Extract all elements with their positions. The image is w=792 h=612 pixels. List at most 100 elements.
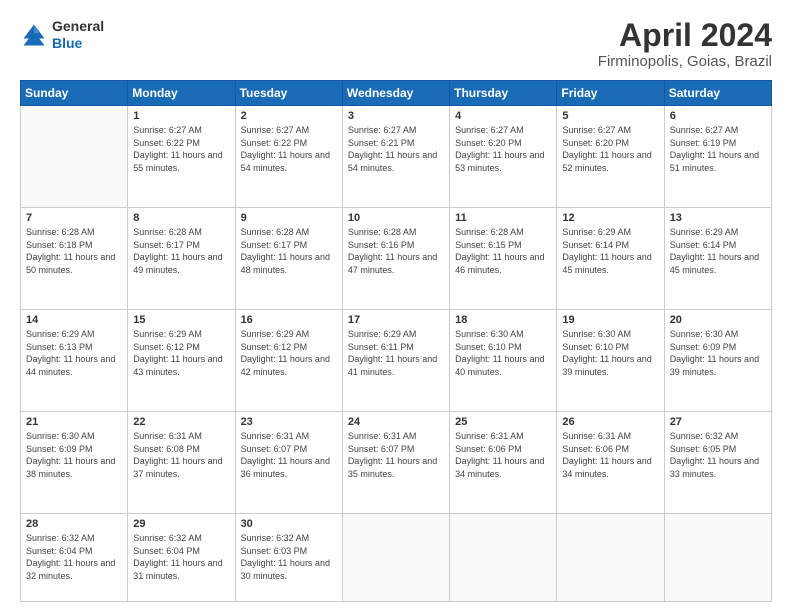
calendar-cell: 11 Sunrise: 6:28 AMSunset: 6:15 PMDayligh… [450,208,557,310]
day-info: Sunrise: 6:32 AMSunset: 6:03 PMDaylight:… [241,532,337,582]
day-info: Sunrise: 6:28 AMSunset: 6:17 PMDaylight:… [241,226,337,276]
day-info: Sunrise: 6:29 AMSunset: 6:14 PMDaylight:… [562,226,658,276]
calendar-cell: 2 Sunrise: 6:27 AMSunset: 6:22 PMDaylight… [235,106,342,208]
day-number: 15 [133,314,229,326]
day-number: 6 [670,110,766,122]
weekday-header: Monday [128,81,235,106]
calendar-cell: 8Sunrise: 6:28 AMSunset: 6:17 PMDaylight… [128,208,235,310]
calendar-cell [450,513,557,601]
page: General Blue April 2024 Firminopolis, Go… [0,0,792,612]
calendar-cell: 26 Sunrise: 6:31 AMSunset: 6:06 PMDayligh… [557,412,664,514]
day-number: 12 [562,212,658,224]
day-info: Sunrise: 6:27 AMSunset: 6:20 PMDaylight:… [455,124,551,174]
day-info: Sunrise: 6:32 AMSunset: 6:04 PMDaylight:… [26,532,122,582]
day-number: 28 [26,518,122,530]
weekday-header: Saturday [664,81,771,106]
day-number: 1 [133,110,229,122]
day-info: Sunrise: 6:28 AMSunset: 6:15 PMDaylight:… [455,226,551,276]
calendar-cell: 28 Sunrise: 6:32 AMSunset: 6:04 PMDayligh… [21,513,128,601]
day-number: 24 [348,416,444,428]
calendar-cell: 15 Sunrise: 6:29 AMSunset: 6:12 PMDayligh… [128,310,235,412]
title-block: April 2024 Firminopolis, Goias, Brazil [598,18,772,70]
day-info: Sunrise: 6:31 AMSunset: 6:07 PMDaylight:… [348,430,444,480]
calendar-cell [557,513,664,601]
calendar-cell: 20 Sunrise: 6:30 AMSunset: 6:09 PMDayligh… [664,310,771,412]
day-number: 22 [133,416,229,428]
day-info: Sunrise: 6:29 AMSunset: 6:14 PMDaylight:… [670,226,766,276]
day-number: 2 [241,110,337,122]
day-info: Sunrise: 6:27 AMSunset: 6:20 PMDaylight:… [562,124,658,174]
calendar-cell: 18Sunrise: 6:30 AMSunset: 6:10 PMDayligh… [450,310,557,412]
day-number: 11 [455,212,551,224]
day-number: 20 [670,314,766,326]
calendar-cell: 17 Sunrise: 6:29 AMSunset: 6:11 PMDayligh… [342,310,449,412]
calendar-cell [21,106,128,208]
weekday-header: Thursday [450,81,557,106]
day-number: 17 [348,314,444,326]
day-info: Sunrise: 6:27 AMSunset: 6:21 PMDaylight:… [348,124,444,174]
calendar-cell [664,513,771,601]
calendar-cell: 19 Sunrise: 6:30 AMSunset: 6:10 PMDayligh… [557,310,664,412]
calendar-cell: 16 Sunrise: 6:29 AMSunset: 6:12 PMDayligh… [235,310,342,412]
calendar-cell: 30 Sunrise: 6:32 AMSunset: 6:03 PMDayligh… [235,513,342,601]
calendar-cell: 5 Sunrise: 6:27 AMSunset: 6:20 PMDaylight… [557,106,664,208]
calendar-cell: 14 Sunrise: 6:29 AMSunset: 6:13 PMDayligh… [21,310,128,412]
day-number: 4 [455,110,551,122]
day-info: Sunrise: 6:32 AMSunset: 6:04 PMDaylight:… [133,532,229,582]
calendar-cell: 23 Sunrise: 6:31 AMSunset: 6:07 PMDayligh… [235,412,342,514]
calendar-table: SundayMondayTuesdayWednesdayThursdayFrid… [20,80,772,602]
day-number: 21 [26,416,122,428]
logo-text: General Blue [52,18,104,52]
calendar-cell: 3 Sunrise: 6:27 AMSunset: 6:21 PMDaylight… [342,106,449,208]
calendar-cell: 12 Sunrise: 6:29 AMSunset: 6:14 PMDayligh… [557,208,664,310]
day-info: Sunrise: 6:32 AMSunset: 6:05 PMDaylight:… [670,430,766,480]
logo: General Blue [20,18,104,52]
day-info: Sunrise: 6:27 AMSunset: 6:22 PMDaylight:… [241,124,337,174]
calendar-cell [342,513,449,601]
day-info: Sunrise: 6:29 AMSunset: 6:11 PMDaylight:… [348,328,444,378]
calendar-cell: 10 Sunrise: 6:28 AMSunset: 6:16 PMDayligh… [342,208,449,310]
day-info: Sunrise: 6:29 AMSunset: 6:13 PMDaylight:… [26,328,122,378]
day-number: 8 [133,212,229,224]
day-info: Sunrise: 6:27 AMSunset: 6:19 PMDaylight:… [670,124,766,174]
day-info: Sunrise: 6:29 AMSunset: 6:12 PMDaylight:… [133,328,229,378]
day-info: Sunrise: 6:27 AMSunset: 6:22 PMDaylight:… [133,124,229,174]
day-number: 5 [562,110,658,122]
day-number: 27 [670,416,766,428]
day-info: Sunrise: 6:31 AMSunset: 6:06 PMDaylight:… [455,430,551,480]
day-info: Sunrise: 6:30 AMSunset: 6:10 PMDaylight:… [562,328,658,378]
day-number: 19 [562,314,658,326]
header: General Blue April 2024 Firminopolis, Go… [20,18,772,70]
calendar-cell: 29Sunrise: 6:32 AMSunset: 6:04 PMDayligh… [128,513,235,601]
day-number: 16 [241,314,337,326]
calendar-cell: 13 Sunrise: 6:29 AMSunset: 6:14 PMDayligh… [664,208,771,310]
day-info: Sunrise: 6:30 AMSunset: 6:09 PMDaylight:… [670,328,766,378]
day-number: 30 [241,518,337,530]
day-info: Sunrise: 6:31 AMSunset: 6:08 PMDaylight:… [133,430,229,480]
day-info: Sunrise: 6:28 AMSunset: 6:18 PMDaylight:… [26,226,122,276]
day-number: 10 [348,212,444,224]
day-number: 26 [562,416,658,428]
day-info: Sunrise: 6:31 AMSunset: 6:07 PMDaylight:… [241,430,337,480]
day-number: 23 [241,416,337,428]
calendar-cell: 25 Sunrise: 6:31 AMSunset: 6:06 PMDayligh… [450,412,557,514]
day-info: Sunrise: 6:29 AMSunset: 6:12 PMDaylight:… [241,328,337,378]
calendar-cell: 7 Sunrise: 6:28 AMSunset: 6:18 PMDaylight… [21,208,128,310]
day-number: 13 [670,212,766,224]
day-info: Sunrise: 6:30 AMSunset: 6:09 PMDaylight:… [26,430,122,480]
calendar-cell: 22 Sunrise: 6:31 AMSunset: 6:08 PMDayligh… [128,412,235,514]
day-number: 9 [241,212,337,224]
day-number: 7 [26,212,122,224]
day-info: Sunrise: 6:28 AMSunset: 6:16 PMDaylight:… [348,226,444,276]
day-number: 3 [348,110,444,122]
calendar-cell: 6 Sunrise: 6:27 AMSunset: 6:19 PMDaylight… [664,106,771,208]
calendar-cell: 9 Sunrise: 6:28 AMSunset: 6:17 PMDaylight… [235,208,342,310]
weekday-header: Friday [557,81,664,106]
weekday-header: Wednesday [342,81,449,106]
day-number: 18 [455,314,551,326]
day-number: 25 [455,416,551,428]
calendar-cell: 27 Sunrise: 6:32 AMSunset: 6:05 PMDayligh… [664,412,771,514]
day-info: Sunrise: 6:31 AMSunset: 6:06 PMDaylight:… [562,430,658,480]
day-number: 14 [26,314,122,326]
month-title: April 2024 [598,18,772,53]
